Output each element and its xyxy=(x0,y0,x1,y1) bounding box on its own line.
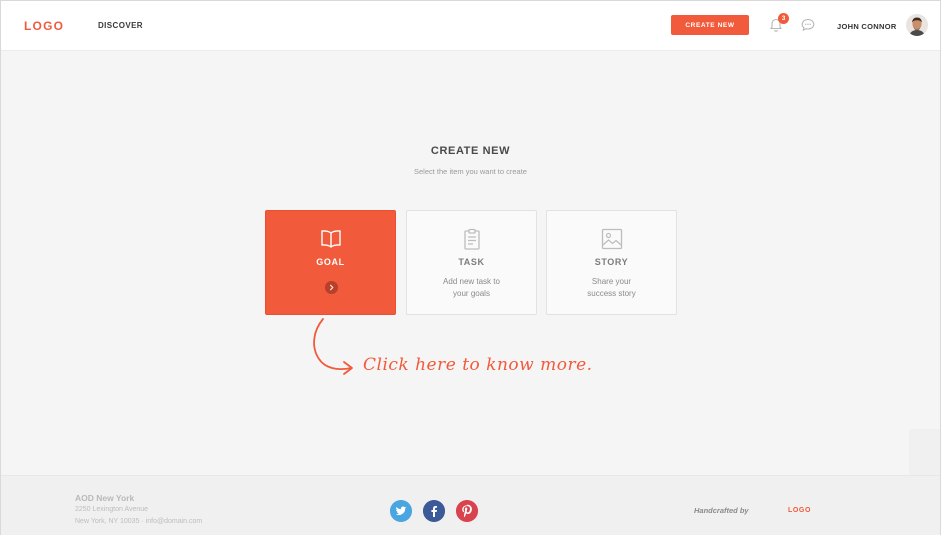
goal-card-title: GOAL xyxy=(316,257,345,267)
nav-discover-link[interactable]: DISCOVER xyxy=(98,21,143,30)
chat-icon[interactable] xyxy=(800,17,816,33)
user-name[interactable]: JOHN CONNOR xyxy=(837,22,897,31)
story-card[interactable]: STORY Share your success story xyxy=(546,210,677,315)
curved-arrow-icon xyxy=(313,318,353,375)
chevron-right-icon[interactable] xyxy=(325,281,338,294)
image-icon xyxy=(601,228,623,250)
avatar[interactable] xyxy=(906,14,928,36)
pinterest-icon[interactable] xyxy=(456,500,478,522)
notification-badge: 3 xyxy=(778,13,789,24)
story-card-description: Share your success story xyxy=(587,277,636,298)
twitter-icon[interactable] xyxy=(390,500,412,522)
page-title: CREATE NEW xyxy=(430,145,511,157)
top-navbar: LOGO DISCOVER CREATE NEW 3 JOHN CONNOR xyxy=(1,1,940,51)
task-card-description: Add new task to your goals xyxy=(443,277,500,298)
create-new-button[interactable]: CREATE NEW xyxy=(671,15,749,35)
footer-company-name: AOD New York xyxy=(75,493,135,503)
hint-annotation: Click here to know more. xyxy=(363,355,593,375)
story-card-title: STORY xyxy=(594,257,629,267)
book-icon xyxy=(321,230,341,248)
side-panel-tab xyxy=(909,429,940,475)
clipboard-icon xyxy=(464,228,480,250)
task-card[interactable]: TASK Add new task to your goals xyxy=(406,210,537,315)
goal-card[interactable]: GOAL xyxy=(265,210,396,315)
footer-logo[interactable]: LOGO xyxy=(788,507,811,514)
logo[interactable]: LOGO xyxy=(24,19,64,33)
task-card-title: TASK xyxy=(458,257,485,267)
facebook-icon[interactable] xyxy=(423,500,445,522)
footer-address-street: 2250 Lexington Avenue xyxy=(75,506,149,513)
footer: AOD New York 2250 Lexington Avenue New Y… xyxy=(1,475,940,535)
footer-address-city: New York, NY 10035 · info@domain.com xyxy=(75,518,203,525)
page-subtitle: Select the item you want to create xyxy=(414,167,527,176)
handcrafted-label: Handcrafted by xyxy=(694,506,749,515)
